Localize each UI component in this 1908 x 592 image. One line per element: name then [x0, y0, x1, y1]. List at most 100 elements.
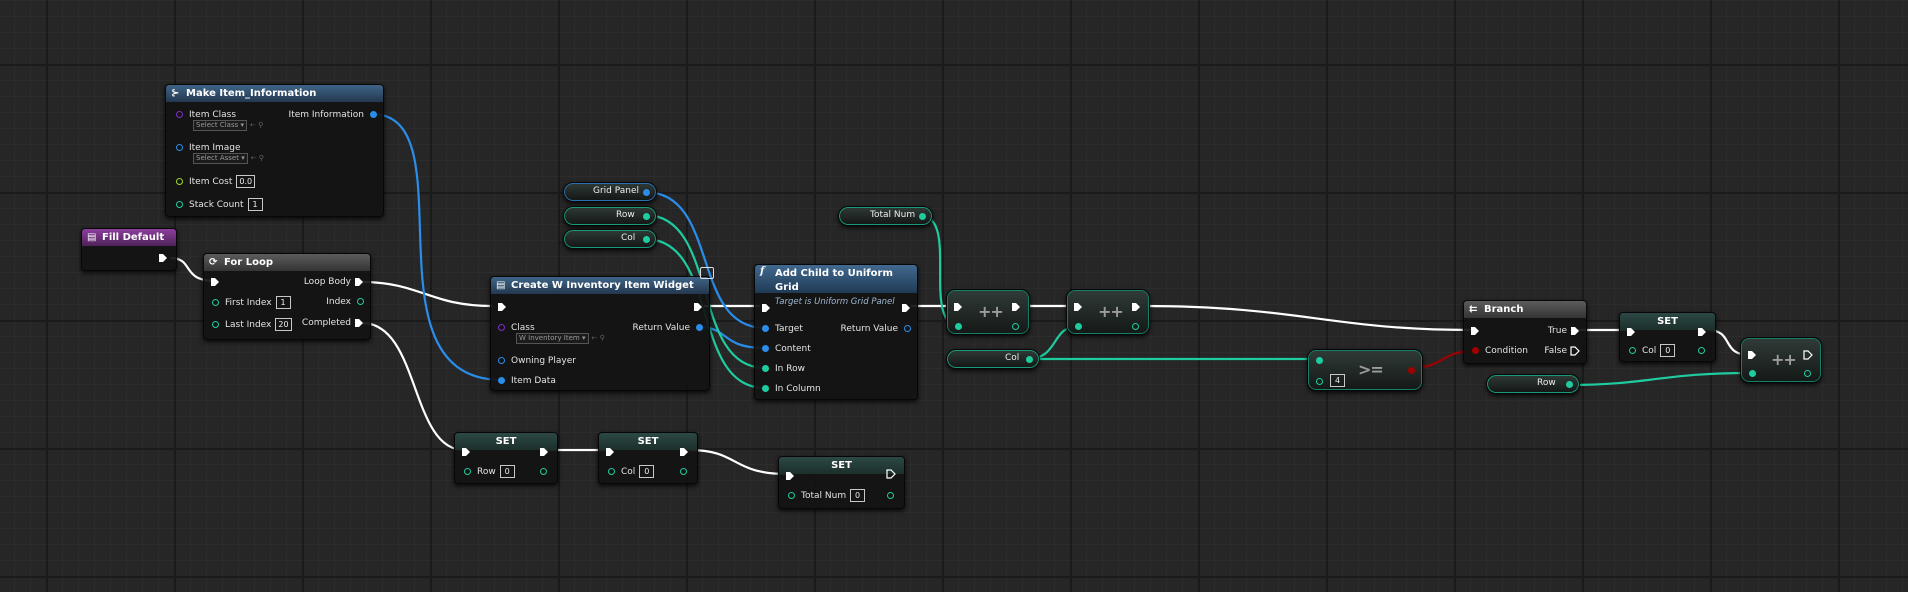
- row-value-input[interactable]: 0: [499, 465, 515, 478]
- integer-pin-icon[interactable]: [955, 323, 962, 330]
- compare-value-input[interactable]: 4: [1330, 374, 1345, 387]
- integer-pin-icon[interactable]: [887, 492, 894, 499]
- pin-return-value[interactable]: Return Value: [633, 321, 703, 335]
- class-pin-icon: [498, 324, 505, 331]
- pin-in-row[interactable]: In Row: [762, 362, 805, 376]
- select-asset-dropdown[interactable]: Select Asset ▾ ⇠ ⚲: [193, 153, 264, 164]
- total-num-getter[interactable]: Total Num: [838, 206, 933, 226]
- reroute-monitor-icon[interactable]: [700, 267, 714, 279]
- pin-exec-out[interactable]: [690, 300, 703, 314]
- struct-pin-icon: [498, 377, 505, 384]
- grid-panel-getter[interactable]: Grid Panel: [563, 182, 657, 202]
- exec-out-pin-icon[interactable]: [1697, 327, 1707, 337]
- pin-loop-body[interactable]: Loop Body: [304, 275, 364, 289]
- make-item-information-node[interactable]: ⊱ Make Item_Information Item Class Selec…: [165, 84, 384, 217]
- increment-node[interactable]: ++: [946, 289, 1030, 335]
- pin-exec-in[interactable]: [497, 300, 510, 314]
- col-value-input[interactable]: 0: [1660, 344, 1676, 357]
- select-class-dropdown[interactable]: Select Class ▾ ⇠ ⚲: [193, 120, 263, 131]
- integer-pin-icon[interactable]: [1698, 347, 1705, 354]
- exec-out-pin-icon[interactable]: [1131, 302, 1141, 312]
- pin-stack-count[interactable]: Stack Count 1: [176, 198, 263, 212]
- integer-pin-icon[interactable]: [643, 236, 650, 243]
- greater-equal-node[interactable]: 4 >=: [1307, 349, 1423, 391]
- pin-total-num[interactable]: Total Num 0: [788, 489, 866, 503]
- pin-last-index[interactable]: Last Index 20: [212, 318, 292, 332]
- pin-exec-out[interactable]: [155, 251, 168, 265]
- for-loop-node[interactable]: ⟳ For Loop First Index 1 Last Index 20 Loo…: [203, 253, 371, 340]
- pin-exec-out[interactable]: [898, 301, 911, 315]
- integer-pin-icon[interactable]: [680, 468, 687, 475]
- integer-pin-icon[interactable]: [1012, 323, 1019, 330]
- integer-pin-icon[interactable]: [643, 213, 650, 220]
- pin-condition[interactable]: Condition: [1472, 344, 1528, 358]
- exec-in-pin-icon[interactable]: [953, 302, 963, 312]
- row-getter[interactable]: Row: [563, 206, 657, 226]
- row-getter[interactable]: Row: [1486, 374, 1580, 394]
- increment-node[interactable]: ++: [1740, 337, 1822, 383]
- exec-out-pin-icon[interactable]: [539, 447, 549, 457]
- pin-col[interactable]: Col 0: [608, 465, 655, 479]
- integer-pin-icon[interactable]: [1132, 323, 1139, 330]
- last-index-input[interactable]: 20: [275, 318, 292, 331]
- col-getter[interactable]: Col: [946, 349, 1040, 369]
- integer-pin-icon[interactable]: [1316, 357, 1323, 364]
- pin-content[interactable]: Content: [762, 342, 811, 356]
- pin-first-index[interactable]: First Index 1: [212, 296, 291, 310]
- exec-in-pin-icon[interactable]: [1073, 302, 1083, 312]
- pin-item-information[interactable]: Item Information: [289, 108, 377, 122]
- integer-pin-icon[interactable]: [1566, 381, 1573, 388]
- fill-default-node[interactable]: ▤ Fill Default: [81, 228, 177, 271]
- stack-count-input[interactable]: 1: [247, 198, 263, 211]
- pin-col[interactable]: Col 0: [1629, 344, 1676, 358]
- pin-exec-in[interactable]: [761, 301, 774, 315]
- pin-exec-in[interactable]: [210, 275, 223, 289]
- pin-true[interactable]: True: [1548, 324, 1580, 338]
- item-cost-input[interactable]: 0.0: [236, 175, 256, 188]
- exec-in-pin-icon[interactable]: [785, 471, 795, 481]
- dropdown-value: Select Asset: [196, 154, 239, 162]
- exec-in-pin-icon[interactable]: [605, 447, 615, 457]
- pin-item-cost[interactable]: Item Cost 0.0: [176, 175, 256, 189]
- pin-return-value[interactable]: Return Value: [841, 322, 911, 336]
- total-num-value-input[interactable]: 0: [850, 489, 866, 502]
- set-row-node[interactable]: SET Row 0: [454, 432, 558, 484]
- branch-node[interactable]: ⇇ Branch Condition True False: [1463, 300, 1587, 364]
- exec-in-pin-icon[interactable]: [1626, 327, 1636, 337]
- pin-index[interactable]: Index: [326, 295, 364, 309]
- integer-pin-icon: [788, 492, 795, 499]
- pin-in-column[interactable]: In Column: [762, 382, 821, 396]
- integer-pin-icon[interactable]: [1804, 370, 1811, 377]
- integer-pin-icon[interactable]: [1316, 378, 1323, 385]
- pin-owning-player[interactable]: Owning Player: [498, 354, 576, 368]
- pin-exec-in[interactable]: [1470, 324, 1483, 338]
- exec-out-pin-icon[interactable]: [1803, 350, 1813, 360]
- integer-pin-icon[interactable]: [1749, 370, 1756, 377]
- set-total-num-node[interactable]: SET Total Num 0: [778, 456, 905, 509]
- pin-row[interactable]: Row 0: [464, 465, 515, 479]
- pin-item-data[interactable]: Item Data: [498, 374, 556, 388]
- exec-in-pin-icon[interactable]: [461, 447, 471, 457]
- col-value-input[interactable]: 0: [639, 465, 655, 478]
- integer-pin-icon[interactable]: [919, 213, 926, 220]
- exec-in-pin-icon[interactable]: [1747, 350, 1757, 360]
- first-index-input[interactable]: 1: [275, 296, 291, 309]
- exec-out-pin-icon[interactable]: [1011, 302, 1021, 312]
- integer-pin-icon[interactable]: [1026, 356, 1033, 363]
- set-col-node[interactable]: SET Col 0: [598, 432, 698, 484]
- create-widget-node[interactable]: ▤ Create W Inventory Item Widget Class W…: [490, 276, 710, 391]
- col-getter[interactable]: Col: [563, 229, 657, 249]
- add-child-node[interactable]: f Add Child to Uniform Grid Target is Un…: [754, 264, 918, 400]
- object-pin-icon[interactable]: [643, 189, 650, 196]
- integer-pin-icon[interactable]: [540, 468, 547, 475]
- exec-out-pin-icon[interactable]: [886, 469, 896, 479]
- pin-completed[interactable]: Completed: [302, 316, 364, 330]
- set-col-node[interactable]: SET Col 0: [1619, 312, 1716, 362]
- exec-out-pin-icon[interactable]: [679, 447, 689, 457]
- pin-false[interactable]: False: [1544, 344, 1580, 358]
- integer-pin-icon[interactable]: [1075, 323, 1082, 330]
- increment-node[interactable]: ++: [1066, 289, 1150, 335]
- pin-target[interactable]: Target: [762, 322, 803, 336]
- widget-class-dropdown[interactable]: W Inventory Item ▾ ⇠ ⚲: [516, 333, 605, 344]
- boolean-pin-icon[interactable]: [1408, 367, 1415, 374]
